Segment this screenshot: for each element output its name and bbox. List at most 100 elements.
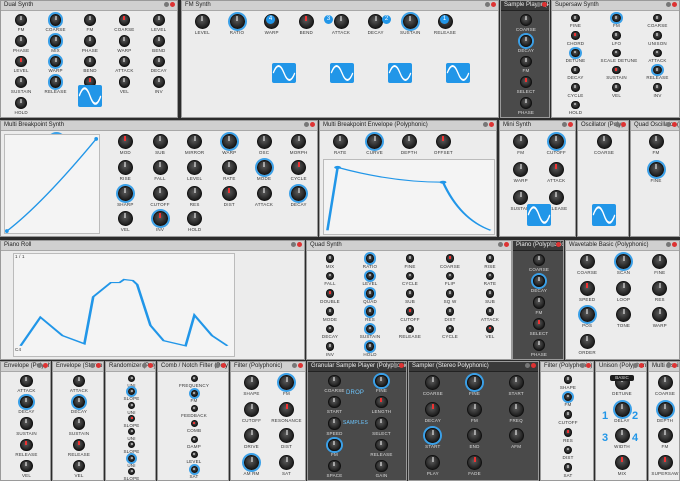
module-title-controls[interactable] bbox=[561, 122, 573, 129]
knob-sat[interactable] bbox=[563, 463, 573, 472]
knob-uni[interactable] bbox=[128, 454, 135, 462]
knob-fine[interactable] bbox=[467, 375, 482, 390]
knob-offset[interactable] bbox=[435, 134, 451, 149]
module-title-controls[interactable] bbox=[614, 122, 626, 129]
knob-comb[interactable] bbox=[190, 420, 198, 428]
drop-zone-title[interactable]: DROP bbox=[346, 390, 364, 396]
knob-start[interactable] bbox=[328, 396, 341, 409]
knob-mode[interactable] bbox=[256, 159, 272, 175]
breakpoint-graph[interactable] bbox=[4, 134, 100, 234]
knob-cutoff[interactable] bbox=[563, 410, 573, 419]
knob-decay[interactable] bbox=[571, 66, 580, 75]
knob-cutoff[interactable] bbox=[244, 401, 259, 417]
knob-slope[interactable] bbox=[128, 414, 135, 422]
knob-fall[interactable] bbox=[152, 159, 168, 175]
knob-uni[interactable] bbox=[128, 401, 135, 409]
knob-warp[interactable] bbox=[221, 134, 237, 149]
knob-fade[interactable] bbox=[467, 454, 482, 470]
knob-inv[interactable] bbox=[152, 211, 168, 227]
knob-chord[interactable] bbox=[571, 31, 580, 40]
module-title-controls[interactable] bbox=[303, 122, 315, 129]
knob-shape[interactable] bbox=[244, 375, 259, 390]
knob-rate[interactable] bbox=[332, 134, 348, 149]
knob-coarse[interactable] bbox=[118, 14, 131, 26]
knob-release[interactable] bbox=[49, 76, 62, 89]
knob-attack[interactable] bbox=[256, 185, 272, 201]
knob-sustain[interactable] bbox=[513, 190, 529, 205]
knob-shape[interactable] bbox=[563, 375, 573, 384]
knob-warp[interactable] bbox=[49, 55, 62, 68]
knob-pos[interactable] bbox=[579, 307, 595, 322]
module-title-controls[interactable] bbox=[632, 363, 644, 370]
knob-fm[interactable] bbox=[84, 14, 96, 26]
knob-detune[interactable] bbox=[571, 48, 580, 57]
module-title-controls[interactable] bbox=[392, 363, 404, 370]
knob-hold[interactable] bbox=[571, 100, 580, 109]
knob-select[interactable] bbox=[375, 417, 388, 430]
knob-hold[interactable] bbox=[187, 211, 203, 227]
module-title-controls[interactable] bbox=[163, 2, 175, 9]
knob-sat[interactable] bbox=[190, 465, 198, 473]
knob-dist[interactable] bbox=[221, 185, 237, 201]
knob-am-rm[interactable] bbox=[244, 454, 259, 470]
knob-afm[interactable] bbox=[508, 428, 524, 443]
module-title-controls[interactable] bbox=[665, 2, 677, 9]
knob-coarse[interactable] bbox=[520, 14, 532, 26]
knob-coarse[interactable] bbox=[445, 254, 455, 263]
knob-sustain[interactable] bbox=[612, 66, 621, 75]
knob-cycle[interactable] bbox=[445, 324, 455, 334]
knob-decay[interactable] bbox=[425, 401, 441, 417]
knob-depth[interactable] bbox=[657, 401, 673, 417]
module-title-controls[interactable] bbox=[214, 363, 226, 370]
knob-slope[interactable] bbox=[128, 388, 135, 396]
knob-rate[interactable] bbox=[485, 271, 495, 281]
knob-cycle[interactable] bbox=[291, 159, 307, 175]
knob-rate[interactable] bbox=[221, 159, 237, 175]
module-title-controls[interactable] bbox=[141, 363, 153, 370]
knob-warp[interactable] bbox=[118, 34, 131, 47]
knob-fm[interactable] bbox=[513, 134, 529, 149]
knob-dist[interactable] bbox=[279, 428, 294, 443]
operator-number-badge[interactable]: 1 bbox=[440, 15, 449, 24]
knob-rise[interactable] bbox=[485, 254, 495, 263]
knob-fm[interactable] bbox=[532, 296, 546, 309]
knob-fine[interactable] bbox=[652, 254, 668, 269]
knob-release[interactable] bbox=[72, 438, 86, 451]
knob-mix[interactable] bbox=[614, 454, 630, 470]
knob-drive[interactable] bbox=[244, 428, 259, 443]
knob-phase[interactable] bbox=[84, 34, 96, 47]
knob-coarse[interactable] bbox=[596, 134, 612, 149]
knob-osc[interactable] bbox=[256, 134, 272, 149]
knob-decay[interactable] bbox=[368, 14, 384, 29]
knob-release[interactable] bbox=[20, 438, 33, 451]
knob-decay[interactable] bbox=[20, 396, 33, 409]
knob-coarse[interactable] bbox=[657, 375, 673, 390]
knob-attack[interactable] bbox=[653, 48, 662, 57]
knob-fm[interactable] bbox=[328, 438, 341, 451]
module-title-controls[interactable] bbox=[665, 242, 677, 249]
knob-release[interactable] bbox=[653, 66, 662, 75]
knob-start[interactable] bbox=[425, 428, 441, 443]
knob-bend[interactable] bbox=[84, 55, 96, 68]
knob-ratio[interactable] bbox=[365, 254, 375, 263]
module-title-controls[interactable] bbox=[579, 363, 591, 370]
knob-curve[interactable] bbox=[367, 134, 383, 149]
knob-vel[interactable] bbox=[72, 459, 86, 472]
knob-cycle[interactable] bbox=[405, 271, 415, 281]
knob-feedback[interactable] bbox=[190, 405, 198, 413]
knob-attack[interactable] bbox=[333, 14, 349, 29]
knob-fine[interactable] bbox=[571, 14, 580, 23]
knob-loop[interactable] bbox=[616, 280, 631, 296]
module-title-controls[interactable] bbox=[482, 122, 494, 129]
knob-fine[interactable] bbox=[375, 375, 388, 388]
knob-ratio[interactable] bbox=[229, 14, 245, 29]
knob-cutoff[interactable] bbox=[548, 134, 564, 149]
knob-decay[interactable] bbox=[152, 55, 165, 68]
knob-speed[interactable] bbox=[328, 417, 341, 430]
knob-level[interactable] bbox=[190, 450, 198, 458]
piano-roll-grid[interactable] bbox=[13, 253, 235, 357]
knob-level[interactable] bbox=[365, 271, 375, 281]
knob-select[interactable] bbox=[532, 317, 546, 330]
knob-decay[interactable] bbox=[325, 324, 335, 334]
unison-mode-select[interactable]: BASIC bbox=[610, 375, 634, 381]
